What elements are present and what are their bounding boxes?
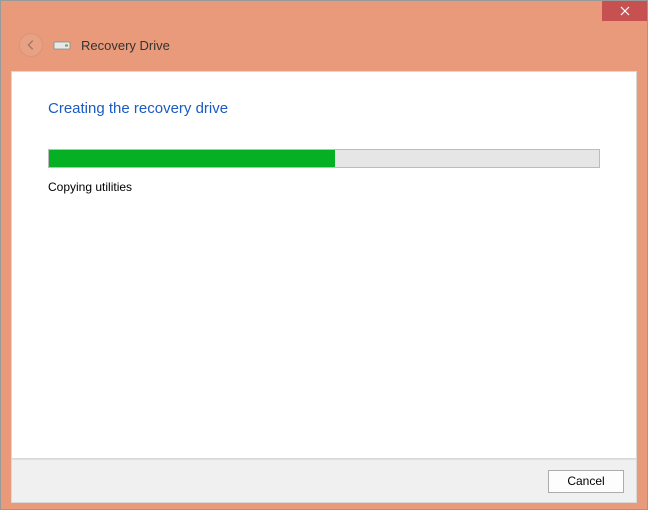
status-text: Copying utilities: [48, 180, 600, 194]
cancel-button[interactable]: Cancel: [548, 470, 624, 493]
titlebar: [1, 1, 647, 27]
progress-fill: [49, 150, 335, 167]
close-button[interactable]: [602, 1, 647, 21]
progress-bar: [48, 149, 600, 168]
back-button: [19, 33, 43, 57]
recovery-drive-window: Recovery Drive Creating the recovery dri…: [0, 0, 648, 510]
page-heading: Creating the recovery drive: [48, 100, 600, 117]
content-area: Creating the recovery drive Copying util…: [11, 71, 637, 459]
window-title: Recovery Drive: [81, 38, 170, 53]
wizard-footer: Cancel: [11, 459, 637, 503]
drive-icon: [53, 38, 71, 52]
back-arrow-icon: [24, 38, 38, 52]
close-icon: [620, 6, 630, 16]
wizard-header: Recovery Drive: [1, 27, 647, 71]
